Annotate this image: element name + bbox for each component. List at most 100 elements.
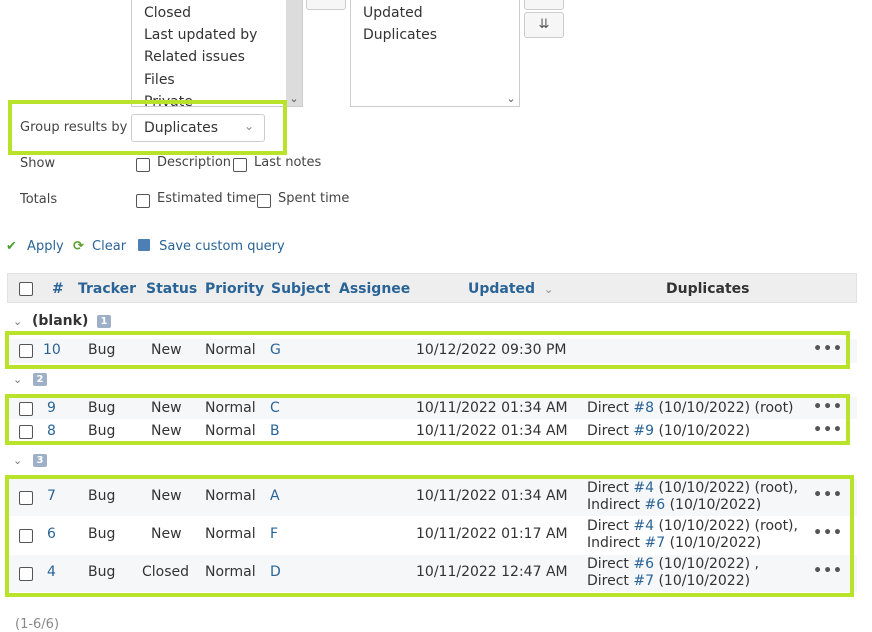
group-name: (blank) [32,313,89,329]
issue-id-link[interactable]: 8 [47,423,56,439]
column-header-subject[interactable]: Subject [271,281,330,297]
available-column-option[interactable]: Private [144,94,193,106]
chevron-down-icon: ⌄ [243,119,254,133]
subject-link[interactable]: G [270,342,281,358]
last-notes-checkbox[interactable] [233,158,247,172]
duplicate-issue-link[interactable]: #7 [644,535,665,551]
group-toggle-icon[interactable]: ⌄ [13,373,22,386]
issue-id-link[interactable]: 7 [47,488,56,504]
available-column-option[interactable]: Files [144,72,175,88]
subject-link[interactable]: C [270,400,280,416]
duplicates-cell: Direct #9 (10/10/2022) [587,423,750,440]
table-row[interactable]: 8 Bug New Normal B 10/11/2022 01:34 AM D… [7,420,857,442]
subject-link[interactable]: F [270,526,278,542]
updated-cell: 10/11/2022 01:34 AM [416,488,568,504]
updated-cell: 10/12/2022 09:30 PM [416,342,567,358]
description-label: Description [157,155,232,170]
available-column-option[interactable]: Related issues [144,49,245,65]
more-actions-icon[interactable]: ••• [813,487,843,503]
last-notes-label: Last notes [254,155,322,170]
tracker-cell: Bug [88,488,116,504]
issue-id-link[interactable]: 6 [47,526,56,542]
selected-column-option[interactable]: Duplicates [363,27,437,43]
totals-label: Totals [20,192,58,207]
priority-cell: Normal [205,342,256,358]
column-header-priority[interactable]: Priority [205,281,264,297]
table-row[interactable]: 6 Bug New Normal F 10/11/2022 01:17 AM D… [7,517,857,554]
updated-cell: 10/11/2022 12:47 AM [416,564,568,580]
available-column-option[interactable]: Last updated by [144,27,257,43]
chevron-down-icon[interactable]: ⌄ [286,92,302,105]
duplicate-issue-link[interactable]: #4 [633,518,654,534]
duplicate-relation: Direct [587,556,634,572]
table-row[interactable]: 9 Bug New Normal C 10/11/2022 01:34 AM D… [7,397,857,419]
duplicate-issue-link[interactable]: #4 [633,480,654,496]
duplicate-issue-link[interactable]: #8 [633,400,654,416]
available-column-option[interactable]: Closed [144,5,191,21]
column-header-tracker[interactable]: Tracker [78,281,136,297]
issue-id-link[interactable]: 4 [47,564,56,580]
column-header-duplicates[interactable]: Duplicates [666,281,749,297]
column-header-id[interactable]: # [52,281,64,297]
group-by-value: Duplicates [144,120,218,136]
subject-link[interactable]: A [270,488,280,504]
status-cell: New [151,526,182,542]
duplicate-issue-link[interactable]: #6 [644,497,665,513]
duplicate-detail: (10/10/2022) [654,573,751,589]
save-query-button[interactable]: Save custom query [138,239,285,254]
checkmark-icon: ✔ [6,239,17,254]
add-column-button[interactable] [306,0,346,10]
column-header-updated[interactable]: Updated ⌄ [468,281,553,297]
subject-link[interactable]: D [270,564,281,580]
duplicate-detail: (10/10/2022) [665,535,762,551]
sort-desc-icon: ⌄ [543,283,554,296]
duplicates-cell: Direct #4 (10/10/2022) (root), Indirect … [587,518,798,552]
column-header-status[interactable]: Status [146,281,197,297]
group-by-select[interactable]: Duplicates ⌄ [131,114,265,142]
clear-button[interactable]: ⟳ Clear [73,239,126,254]
more-actions-icon[interactable]: ••• [813,563,843,579]
row-checkbox[interactable] [19,567,33,581]
duplicate-issue-link[interactable]: #7 [633,573,654,589]
group-toggle-icon[interactable]: ⌄ [13,315,22,328]
row-checkbox[interactable] [19,344,33,358]
reload-icon: ⟳ [73,239,84,254]
spent-time-checkbox[interactable] [257,194,271,208]
row-checkbox[interactable] [19,425,33,439]
group-count-badge: 2 [33,373,47,386]
estimated-time-checkbox[interactable] [136,194,150,208]
duplicate-issue-link[interactable]: #6 [633,556,654,572]
scrollbar[interactable]: ⌄ [286,0,302,106]
apply-button[interactable]: ✔ Apply [6,239,64,254]
row-checkbox[interactable] [19,491,33,505]
more-actions-icon[interactable]: ••• [813,525,843,541]
table-row[interactable]: 4 Bug Closed Normal D 10/11/2022 12:47 A… [7,555,857,592]
selected-columns-list[interactable]: Updated Duplicates ⌄ [350,0,520,107]
column-header-assignee[interactable]: Assignee [339,281,410,297]
move-down-button[interactable]: ⇣ [524,0,564,10]
issue-id-link[interactable]: 10 [43,342,61,358]
table-row[interactable]: 10 Bug New Normal G 10/12/2022 09:30 PM … [7,339,857,363]
subject-link[interactable]: B [270,423,280,439]
selected-column-option[interactable]: Updated [363,5,423,21]
select-all-checkbox[interactable] [19,282,33,296]
description-checkbox[interactable] [136,158,150,172]
row-checkbox[interactable] [19,529,33,543]
more-actions-icon[interactable]: ••• [813,399,843,415]
duplicate-detail: (10/10/2022) (root), [654,518,798,534]
duplicate-detail: (10/10/2022) (root), [654,480,798,496]
priority-cell: Normal [205,423,256,439]
duplicate-relation: Direct [587,423,634,439]
duplicate-detail: (10/10/2022) , [654,556,759,572]
chevron-down-icon[interactable]: ⌄ [503,92,519,105]
scrollbar[interactable]: ⌄ [503,0,519,106]
move-bottom-button[interactable]: ⇊ [524,12,564,38]
more-actions-icon[interactable]: ••• [813,422,843,438]
available-columns-list[interactable]: Closed Last updated by Related issues Fi… [131,0,303,107]
duplicate-issue-link[interactable]: #9 [633,423,654,439]
group-toggle-icon[interactable]: ⌄ [13,454,22,467]
issue-id-link[interactable]: 9 [47,400,56,416]
row-checkbox[interactable] [19,402,33,416]
table-row[interactable]: 7 Bug New Normal A 10/11/2022 01:34 AM D… [7,479,857,516]
more-actions-icon[interactable]: ••• [813,341,843,357]
